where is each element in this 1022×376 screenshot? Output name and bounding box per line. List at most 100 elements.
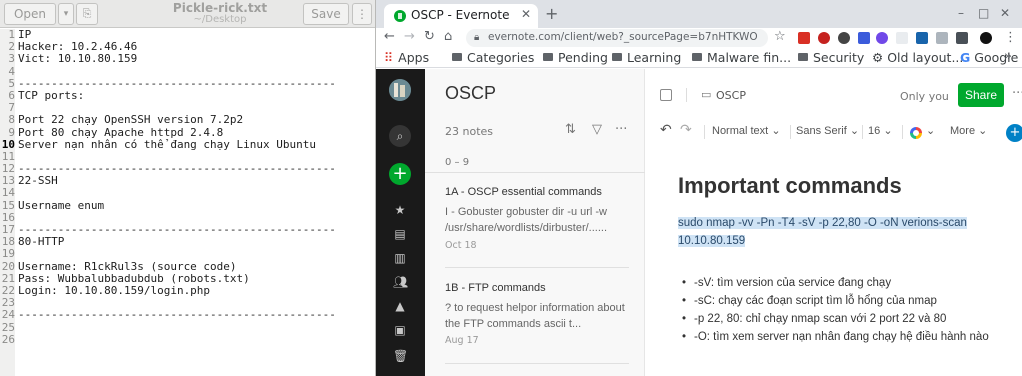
bookmark-pending[interactable]: Pending [543,50,608,65]
extensions-puzzle-icon[interactable] [956,32,968,44]
reload-icon[interactable]: ↻ [424,29,435,45]
bullet-list[interactable]: -sV: tìm version của service đang chạy -… [682,274,1022,346]
new-document-icon[interactable]: ⎘ [76,3,98,25]
shortcuts-star-icon[interactable]: ★ [393,203,407,217]
expand-icon[interactable] [660,89,672,101]
font-family-dropdown[interactable]: Sans Serif ⌄ [796,124,859,137]
editor-line[interactable]: 25 [0,320,376,334]
profile-avatar[interactable] [980,32,992,44]
line-number: 3 [0,53,15,66]
more-options-icon[interactable]: ··· [1012,86,1022,101]
tags-icon[interactable]: ▲ [393,299,407,313]
folder-icon [612,53,622,61]
bookmark-old-layout[interactable]: ⚙ Old layout... [872,50,963,65]
line-text: Port 22 chạy OpenSSH version 7.2p2 [18,113,244,127]
open-dropdown-icon[interactable]: ▾ [58,3,74,25]
note-date: Oct 18 [445,240,477,251]
text-color-icon[interactable] [910,127,922,139]
editor-line[interactable]: 22 Login: 10.10.80.159/login.php [0,284,376,298]
close-window-icon[interactable]: ✕ [1000,6,1010,20]
search-icon[interactable]: ⌕ [389,125,411,147]
notes-icon[interactable]: ▤ [393,227,407,241]
list-item[interactable]: 1A - OSCP essential commands I - Gobuste… [425,173,645,268]
note-heading[interactable]: Important commands [678,173,902,199]
folder-icon [798,53,808,61]
text-area[interactable]: 1 IP 2 Hacker: 10.2.46.46 3 Vict: 10.10.80.15… [0,28,376,376]
more-formatting-dropdown[interactable]: More ⌄ [950,124,987,137]
maximize-icon[interactable]: □ [978,6,989,20]
bookmark-apps[interactable]: ⠿ Apps [384,50,429,65]
extension-abp-icon[interactable] [818,32,830,44]
bookmark-label: Malware fin... [707,50,792,65]
filter-icon[interactable]: ▽ [592,122,602,137]
notebooks-icon[interactable]: ▥ [393,251,407,265]
undo-icon[interactable]: ↶ [660,121,672,138]
back-icon[interactable]: ← [384,29,395,45]
editor-line[interactable]: 9 Port 80 chạy Apache httpd 2.4.8 [0,126,376,139]
editor-line[interactable]: 26 [0,333,376,346]
font-size-dropdown[interactable]: 16 ⌄ [868,124,893,137]
bookmark-star-icon[interactable]: ☆ [774,29,786,44]
avatar[interactable] [389,79,411,101]
editor-line[interactable]: 18 80-HTTP [0,235,376,249]
tab-evernote[interactable]: OSCP - Evernote ✕ [384,4,538,28]
note-notebook-link[interactable]: OSCP [716,89,746,102]
editor-line[interactable]: 19 [0,248,376,261]
sort-icon[interactable]: ⇅ [565,122,576,137]
extension-ghostery-icon[interactable] [838,32,850,44]
line-number: 25 [0,320,15,334]
new-tab-icon[interactable]: + [545,4,558,24]
editor-line[interactable]: 10 Server nạn nhân có thể đang chạy Linux… [0,138,376,151]
visibility-label: Only you [900,90,949,103]
trash-icon[interactable]: 🗑︎ [393,349,408,363]
kebab-menu-icon[interactable]: ⋮ [352,3,372,25]
shared-users-icon[interactable]: 👥︎ [393,275,408,289]
new-note-button[interactable]: + [389,163,411,185]
bookmark-malware[interactable]: Malware fin... [692,50,791,65]
share-button[interactable]: Share [958,83,1004,107]
close-tab-icon[interactable]: ✕ [521,7,531,21]
minimize-icon[interactable]: – [958,6,964,20]
address-bar[interactable]: 🔒︎ evernote.com/client/web?_sourcePage=b… [466,29,768,47]
editor-line[interactable]: 4 [0,65,376,78]
editor-line[interactable]: 8 Port 22 chạy OpenSSH version 7.2p2 [0,113,376,127]
editor-line[interactable]: 14 [0,186,376,200]
extension-wappalyzer-icon[interactable] [858,32,870,44]
bookmark-security[interactable]: Security [798,50,864,65]
editor-line[interactable]: 3 Vict: 10.10.80.159 [0,53,376,66]
home-icon[interactable]: ⌂ [444,29,452,45]
editor-line[interactable]: 20 Username: R1ckRul3s (source code) [0,260,376,273]
divider [790,125,791,139]
more-bookmarks-icon[interactable]: » [1004,49,1012,64]
bookmark-categories[interactable]: Categories [452,50,534,65]
more-options-icon[interactable]: ··· [615,122,627,137]
insert-plus-button[interactable]: + [1006,124,1022,142]
redo-icon[interactable]: ↷ [680,121,692,138]
forward-icon[interactable]: → [404,29,415,45]
text-style-dropdown[interactable]: Normal text ⌄ [712,124,781,137]
bookmark-learning[interactable]: Learning [612,50,681,65]
text-style-label: Normal text [712,125,769,137]
bookmark-label: Pending [558,50,608,65]
editor-headerbar: Open ▾ ⎘ Pickle-rick.txt ~/Desktop Save … [0,0,376,28]
editor-line[interactable]: 24 --------------------------------------… [0,309,376,322]
work-chat-icon[interactable]: ▣ [393,323,407,337]
extension-pocket-icon[interactable] [936,32,948,44]
line-number: 14 [0,186,15,200]
extension-pin-icon[interactable] [896,32,908,44]
open-button[interactable]: Open [4,3,56,25]
editor-line[interactable]: 6 TCP ports: [0,89,376,103]
editor-line[interactable]: 13 22-SSH [0,175,376,188]
chevron-down-icon[interactable]: ⌄ [926,124,935,137]
save-button[interactable]: Save [303,3,349,25]
extension-purple-icon[interactable] [876,32,888,44]
editor-line[interactable]: 15 Username enum [0,199,376,212]
avatar-image-icon [389,79,411,101]
highlighted-command[interactable]: sudo nmap -vv -Pn -T4 -sV -p 22,80 -O -o… [678,214,978,250]
line-text: ----------------------------------------… [18,162,336,176]
extension-adblock-icon[interactable] [798,32,810,44]
chrome-menu-icon[interactable]: ⋮ [1004,30,1017,45]
list-item[interactable]: 1B - FTP commands ? to request helpor in… [425,269,645,364]
divider [704,125,705,139]
extension-j-icon[interactable] [916,32,928,44]
